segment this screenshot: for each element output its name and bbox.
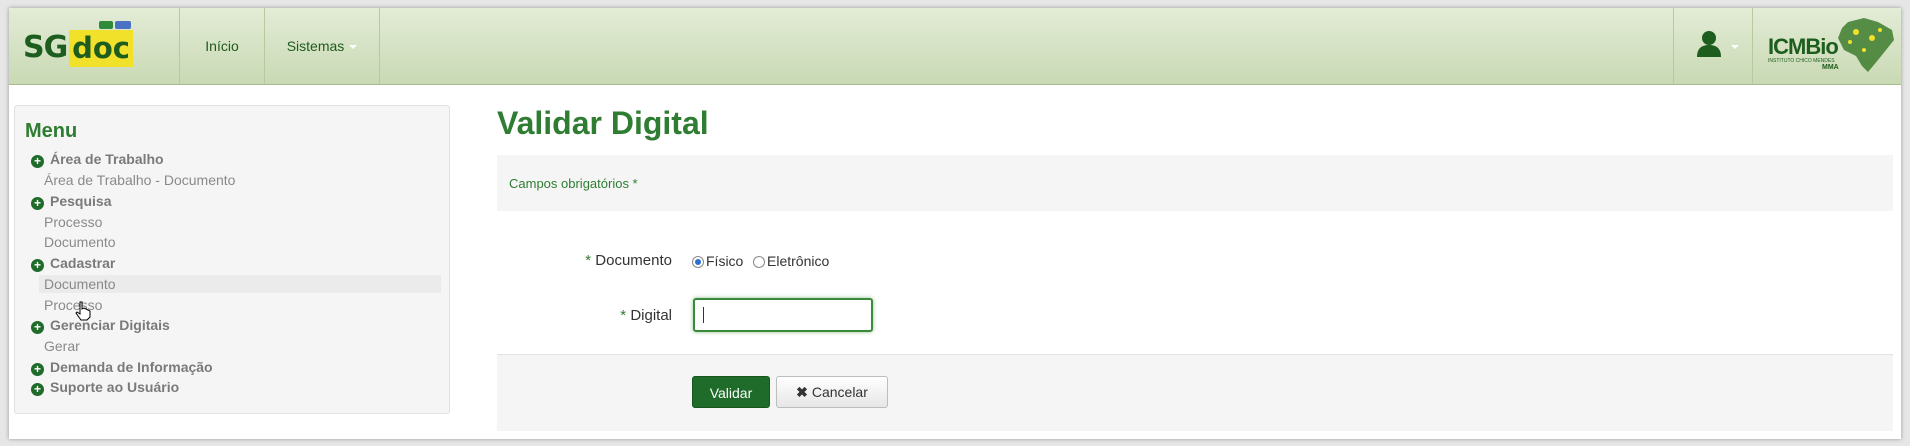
cancelar-button[interactable]: ✖ Cancelar xyxy=(776,376,888,408)
digital-label-text: Digital xyxy=(630,307,672,324)
documento-label-text: Documento xyxy=(595,252,672,269)
sgdoc-logo[interactable]: SG doc xyxy=(9,8,180,84)
menu-section-pesquisa[interactable]: + Pesquisa xyxy=(31,192,465,210)
digital-label: * Digital xyxy=(472,307,672,324)
sidebar-menu: Menu + Área de Trabalho Área de Trabalho … xyxy=(14,105,450,414)
logo-sg-text: SG xyxy=(23,30,68,65)
nav-sistemas-label: Sistemas xyxy=(286,38,345,54)
menu-item-area-de-trabalho-documento[interactable]: Área de Trabalho - Documento xyxy=(44,171,478,189)
menu-section-label: Cadastrar xyxy=(50,255,116,271)
required-asterisk: * xyxy=(585,252,592,269)
documento-label: * Documento xyxy=(472,252,672,269)
user-caret-icon xyxy=(1731,45,1739,49)
menu-title: Menu xyxy=(25,120,78,142)
menu-item-cadastrar-documento[interactable]: Documento xyxy=(39,275,441,293)
logo-doc-text: doc xyxy=(69,30,133,67)
text-cursor xyxy=(703,307,704,323)
nav-sistemas-dropdown[interactable]: Sistemas xyxy=(265,8,380,84)
brazil-map-icon xyxy=(1838,18,1894,72)
required-asterisk: * xyxy=(620,307,627,324)
hand-pointer-icon xyxy=(75,301,91,321)
menu-section-label: Pesquisa xyxy=(50,193,112,209)
plus-circle-icon: + xyxy=(31,321,44,334)
radio-fisico[interactable] xyxy=(692,256,704,268)
nav-inicio-label: Início xyxy=(205,38,239,54)
radio-fisico-label[interactable]: Físico xyxy=(706,253,743,269)
validar-button[interactable]: Validar xyxy=(692,376,770,408)
icmbio-logo: ICMBio INSTITUTO CHICO MENDES MMA xyxy=(1752,8,1901,84)
plus-circle-icon: + xyxy=(31,383,44,396)
menu-section-cadastrar[interactable]: + Cadastrar xyxy=(31,254,465,272)
menu-item-cadastrar-processo[interactable]: Processo xyxy=(44,296,478,314)
menu-section-suporte-ao-usuario[interactable]: + Suporte ao Usuário xyxy=(31,378,465,396)
menu-section-label: Suporte ao Usuário xyxy=(50,379,180,395)
menu-section-gerenciar-digitais[interactable]: + Gerenciar Digitais xyxy=(31,316,465,334)
required-fields-notice: Campos obrigatórios * xyxy=(497,155,1893,211)
user-menu[interactable] xyxy=(1673,8,1753,84)
caret-down-icon xyxy=(349,45,358,50)
menu-item-gerar[interactable]: Gerar xyxy=(44,337,478,355)
close-icon: ✖ xyxy=(796,384,808,400)
menu-section-label: Demanda de Informação xyxy=(50,359,213,375)
plus-circle-icon: + xyxy=(31,363,44,376)
app-window: SG doc Início Sistemas ICMBio INSTITUTO … xyxy=(9,8,1901,439)
top-navbar: SG doc Início Sistemas ICMBio INSTITUTO … xyxy=(9,8,1901,85)
logo-tab-blue xyxy=(115,21,131,29)
cancelar-label: Cancelar xyxy=(811,384,868,400)
menu-section-area-de-trabalho[interactable]: + Área de Trabalho xyxy=(31,150,465,168)
plus-circle-icon: + xyxy=(31,259,44,272)
logo-doc-box: doc xyxy=(69,21,133,67)
nav-inicio[interactable]: Início xyxy=(180,8,265,84)
menu-section-demanda-de-informacao[interactable]: + Demanda de Informação xyxy=(31,358,465,376)
page-title: Validar Digital xyxy=(497,105,709,141)
user-icon xyxy=(1697,31,1721,57)
plus-circle-icon: + xyxy=(31,197,44,210)
plus-circle-icon: + xyxy=(31,155,44,168)
menu-item-pesquisa-documento[interactable]: Documento xyxy=(44,233,478,251)
menu-section-label: Gerenciar Digitais xyxy=(50,317,170,333)
logo-tab-green xyxy=(99,21,113,29)
required-fields-text: Campos obrigatórios * xyxy=(509,176,638,191)
radio-eletronico[interactable] xyxy=(753,256,765,268)
menu-item-pesquisa-processo[interactable]: Processo xyxy=(44,213,478,231)
digital-input[interactable] xyxy=(693,298,873,332)
radio-eletronico-label[interactable]: Eletrônico xyxy=(767,253,829,269)
menu-section-label: Área de Trabalho xyxy=(50,151,164,167)
icmbio-logo-text: ICMBio xyxy=(1768,34,1839,59)
